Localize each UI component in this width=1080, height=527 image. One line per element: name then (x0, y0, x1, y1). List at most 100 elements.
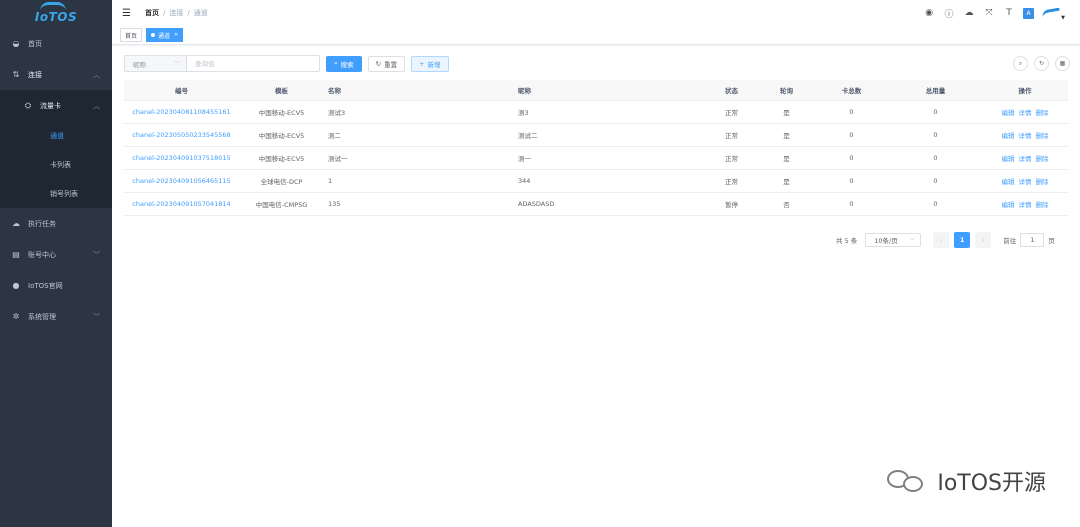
edit-button[interactable]: 编辑 (1002, 155, 1015, 163)
top-tools: ◉ ⓘ ☁ ⤧ T A ▼ (923, 7, 1065, 21)
cell-nickname: 344 (514, 169, 704, 193)
breadcrumb-level2: 连接 (169, 9, 184, 17)
cell-name: 测试3 (324, 100, 514, 124)
goto-page: 前往 1 页 (1003, 233, 1055, 247)
refresh-icon[interactable]: ↻ (1034, 56, 1049, 71)
settings-icon: ✲ (12, 312, 20, 321)
edit-button[interactable]: 编辑 (1002, 132, 1015, 140)
delete-button[interactable]: 删除 (1036, 178, 1049, 186)
sidebar-item-system[interactable]: ✲ 系统管理 ﹀ (0, 301, 112, 332)
reset-button[interactable]: ↻ 重置 (367, 55, 406, 72)
sidebar-item-connection[interactable]: ⇅ 连接 ︿ (0, 59, 112, 90)
account-icon: ▤ (12, 250, 20, 259)
sidebar-item-tasks[interactable]: ☁ 执行任务 (0, 208, 112, 239)
cell-nickname: ADASDASD (514, 192, 704, 216)
cell-total-cards: 0 (814, 169, 889, 193)
cell-id[interactable]: chanel-20230409105646511​5 (124, 169, 239, 193)
cell-usage: 0 (889, 192, 982, 216)
sidebar-item-channel[interactable]: 通道 (0, 121, 112, 150)
delete-button[interactable]: 删除 (1036, 155, 1049, 163)
cell-poll: 是 (759, 100, 814, 124)
breadcrumb-home[interactable]: 首页 (145, 8, 159, 18)
sidebar-item-label: 通道 (50, 131, 64, 140)
columns-icon[interactable]: ▦ (1055, 56, 1070, 71)
reset-button-label: 重置 (384, 60, 398, 69)
search-button[interactable]: ⌕ 搜索 (326, 55, 362, 72)
detail-button[interactable]: 详情 (1019, 155, 1032, 163)
menu-toggle-icon[interactable]: ☰ (122, 8, 133, 19)
detail-button[interactable]: 详情 (1019, 178, 1032, 186)
language-icon[interactable]: A (1023, 7, 1034, 19)
sidebar-submenu-flow-card: 通道 卡列表 销号列表 (0, 121, 112, 208)
tag-channel[interactable]: 通道 ✕ (146, 28, 184, 42)
sidebar-item-label: 系统管理 (28, 312, 56, 321)
table-row: chanel-20230409105704181​4 中国电信-CMP5G 135 A… (124, 192, 1068, 216)
delete-button[interactable]: 删除 (1036, 109, 1049, 117)
cell-id[interactable]: chanel-20230408110845516​1 (124, 100, 239, 124)
chevron-down-icon: ﹀ (173, 61, 180, 68)
search-field-select[interactable]: 昵称 ﹀ (124, 55, 186, 72)
page-size-select[interactable]: 10条/页 ﹀ (865, 233, 922, 247)
sidebar-item-card-list[interactable]: 卡列表 (0, 150, 112, 179)
sidebar-item-website[interactable]: ● IoTOS官网 (0, 270, 112, 301)
detail-button[interactable]: 详情 (1019, 201, 1032, 209)
help-icon[interactable]: ⓘ (943, 7, 955, 20)
sidebar-item-cancel-list[interactable]: 销号列表 (0, 179, 112, 208)
table-row: chanel-20230409105646511​5 全球电信-DCP 1 344 正常… (124, 169, 1068, 193)
toggle-search-icon[interactable]: ⌕ (1013, 56, 1028, 71)
cell-poll: 是 (759, 123, 814, 147)
sidebar-item-label: 连接 (28, 70, 42, 79)
edit-button[interactable]: 编辑 (1002, 178, 1015, 186)
font-size-icon[interactable]: T (1003, 7, 1015, 19)
cell-status: 正常 (704, 169, 759, 193)
sidebar-item-flow-card[interactable]: ⛭ 流量卡 ︿ (0, 90, 112, 121)
avatar[interactable]: ▼ (1041, 7, 1065, 21)
cell-poll: 否 (759, 192, 814, 216)
column-header: 总用量 (889, 80, 982, 101)
edit-button[interactable]: 编辑 (1002, 109, 1015, 117)
close-icon[interactable]: ✕ (174, 32, 178, 38)
cell-total-cards: 0 (814, 146, 889, 170)
cloud-download-icon[interactable]: ☁ (963, 7, 975, 19)
cell-template: 中国电信-CMP5G (239, 192, 324, 216)
cell-template: 全球电信-DCP (239, 169, 324, 193)
cell-actions: 编辑 详情 删除 (982, 146, 1068, 170)
detail-button[interactable]: 详情 (1019, 132, 1032, 140)
github-icon[interactable]: ◉ (923, 7, 935, 19)
cell-status: 暂停 (704, 192, 759, 216)
cell-template: 中国移动-ECV5 (239, 123, 324, 147)
prev-page-button[interactable]: ‹ (933, 232, 950, 248)
caret-down-icon: ▼ (1061, 15, 1065, 21)
cell-id[interactable]: chanel-20230409105704181​4 (124, 192, 239, 216)
delete-button[interactable]: 删除 (1036, 132, 1049, 140)
add-button[interactable]: + 新增 (411, 55, 449, 72)
tag-home[interactable]: 首页 (120, 28, 143, 42)
sidebar-item-account[interactable]: ▤ 账号中心 ﹀ (0, 239, 112, 270)
cell-status: 正常 (704, 146, 759, 170)
detail-button[interactable]: 详情 (1019, 109, 1032, 117)
search-input[interactable] (186, 55, 320, 72)
wechat-icon (887, 466, 929, 496)
tag-label: 通道 (158, 32, 171, 40)
page-number-button[interactable]: 1 (954, 232, 971, 248)
chevron-down-icon: ﹀ (93, 250, 100, 259)
edit-button[interactable]: 编辑 (1002, 201, 1015, 209)
fullscreen-icon[interactable]: ⤧ (983, 7, 995, 19)
cell-actions: 编辑 详情 删除 (982, 100, 1068, 124)
sidebar: IoTOS ◒ 首页 ⇅ 连接 ︿ ⛭ 流量卡 ︿ 通道 卡列表 销号列表 ☁ … (0, 0, 112, 527)
task-icon: ☁ (12, 219, 20, 228)
next-page-button[interactable]: › (975, 232, 992, 248)
cell-actions: 编辑 详情 删除 (982, 169, 1068, 193)
column-header: 操作 (982, 80, 1068, 101)
logo[interactable]: IoTOS (0, 0, 112, 26)
delete-button[interactable]: 删除 (1036, 201, 1049, 209)
cell-status: 正常 (704, 123, 759, 147)
cell-id[interactable]: chanel-20230505023354556​8 (124, 123, 239, 147)
cell-id[interactable]: chanel-20230409103751801​5 (124, 146, 239, 170)
sidebar-submenu-connection: ⛭ 流量卡 ︿ 通道 卡列表 销号列表 (0, 90, 112, 208)
page-size-value: 10条/页 (874, 237, 898, 245)
table-body: chanel-20230408110845516​1 中国移动-ECV5 测试3 测3… (124, 100, 1068, 216)
goto-page-input[interactable]: 1 (1020, 233, 1045, 247)
sidebar-item-home[interactable]: ◒ 首页 (0, 28, 112, 59)
tags-view: 首页 通道 ✕ (112, 26, 1080, 45)
